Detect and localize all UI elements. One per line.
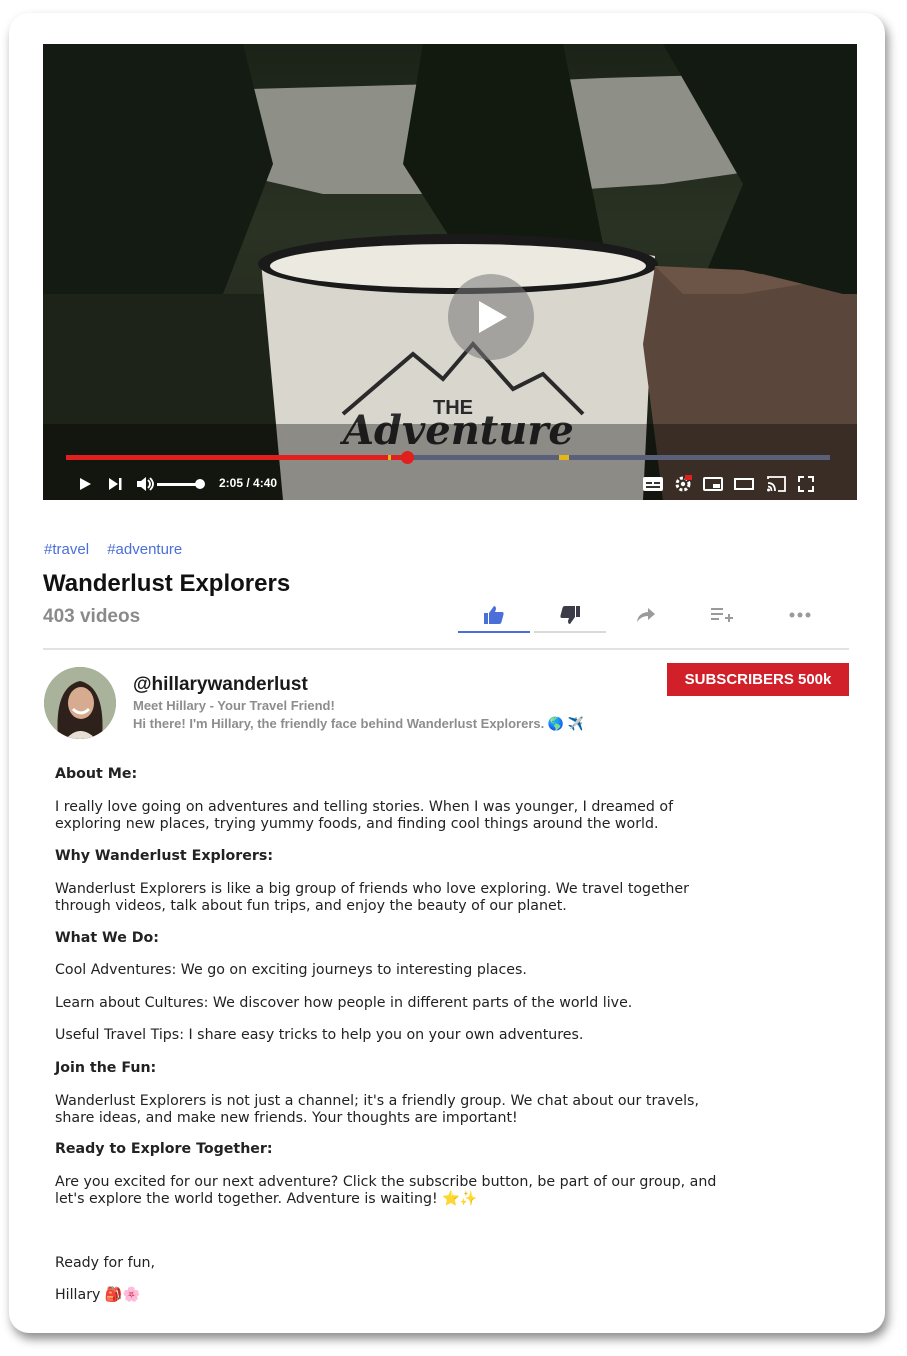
- play-overlay-button[interactable]: [448, 274, 534, 360]
- channel-tagline: Meet Hillary - Your Travel Friend!: [133, 698, 335, 713]
- more-button[interactable]: [764, 597, 836, 633]
- about-list-item: Learn about Cultures: We discover how pe…: [55, 995, 633, 1011]
- add-to-playlist-button[interactable]: [686, 597, 758, 633]
- video-player[interactable]: THE Adventure 2:05 / 4:40: [43, 44, 857, 500]
- like-button[interactable]: [458, 597, 530, 633]
- about-heading: Join the Fun:: [55, 1060, 157, 1076]
- cast-button[interactable]: [766, 474, 786, 494]
- fullscreen-button[interactable]: [797, 474, 815, 494]
- channel-intro: Hi there! I'm Hillary, the friendly face…: [133, 716, 584, 731]
- about-paragraph: Wanderlust Explorers is like a big group…: [55, 881, 689, 914]
- about-list-item: Useful Travel Tips: I share easy tricks …: [55, 1027, 584, 1043]
- cast-icon: [767, 476, 786, 492]
- channel-title: Wanderlust Explorers: [43, 570, 291, 597]
- volume-icon: [137, 477, 154, 491]
- closing-line: Ready for fun,: [55, 1255, 156, 1271]
- captions-button[interactable]: [643, 474, 663, 494]
- share-icon: [637, 608, 655, 622]
- progress-played: [66, 455, 407, 460]
- time-display: 2:05 / 4:40: [219, 476, 278, 490]
- signature: Hillary 🎒🌸: [55, 1287, 141, 1303]
- hashtags: #travel #adventure: [44, 541, 196, 558]
- dislike-button[interactable]: [534, 597, 606, 633]
- video-count: 403 videos: [43, 606, 141, 627]
- mute-button[interactable]: [136, 474, 156, 494]
- about-paragraph: Are you excited for our next adventure? …: [55, 1174, 717, 1207]
- progress-bar[interactable]: [66, 451, 830, 464]
- share-button[interactable]: [610, 597, 682, 633]
- add-to-playlist-icon: [711, 608, 733, 622]
- channel-handle[interactable]: @hillarywanderlust: [133, 674, 308, 696]
- more-icon: [789, 612, 811, 618]
- volume-knob[interactable]: [195, 479, 205, 489]
- settings-button[interactable]: [673, 474, 693, 494]
- next-button[interactable]: [107, 474, 123, 494]
- about-heading: About Me:: [55, 766, 138, 782]
- chapter-marker: [388, 455, 391, 460]
- player-controls: 2:05 / 4:40: [43, 468, 857, 500]
- about-heading: Why Wanderlust Explorers:: [55, 848, 274, 864]
- like-icon: [484, 606, 504, 624]
- like-active-underline: [458, 631, 530, 633]
- fullscreen-icon: [798, 476, 814, 492]
- progress-scrubber[interactable]: [401, 451, 414, 464]
- subscribers-button[interactable]: SUBSCRIBERS 500k: [667, 663, 849, 696]
- play-button[interactable]: [78, 474, 92, 494]
- about-list-item: Cool Adventures: We go on exciting journ…: [55, 962, 527, 978]
- theater-icon: [734, 478, 754, 490]
- about-heading: What We Do:: [55, 930, 159, 946]
- action-bar: [458, 597, 848, 635]
- avatar-photo: [44, 667, 116, 739]
- skip-next-icon: [109, 478, 122, 490]
- dislike-icon: [560, 606, 580, 624]
- miniplayer-icon: [703, 477, 723, 491]
- play-icon: [479, 301, 507, 333]
- divider: [43, 648, 849, 650]
- dislike-underline: [534, 631, 606, 633]
- video-thumbnail: THE Adventure: [43, 44, 857, 500]
- avatar[interactable]: [44, 667, 116, 739]
- hashtag-link[interactable]: #adventure: [107, 541, 182, 558]
- gear-icon: [675, 475, 692, 492]
- theater-mode-button[interactable]: [734, 474, 754, 494]
- about-heading: Ready to Explore Together:: [55, 1141, 273, 1157]
- captions-icon: [643, 477, 663, 491]
- about-paragraph: I really love going on adventures and te…: [55, 799, 674, 832]
- chapter-marker: [559, 455, 569, 460]
- play-small-icon: [80, 478, 91, 490]
- hashtag-link[interactable]: #travel: [44, 541, 89, 558]
- about-paragraph: Wanderlust Explorers is not just a chann…: [55, 1093, 699, 1126]
- miniplayer-button[interactable]: [703, 474, 723, 494]
